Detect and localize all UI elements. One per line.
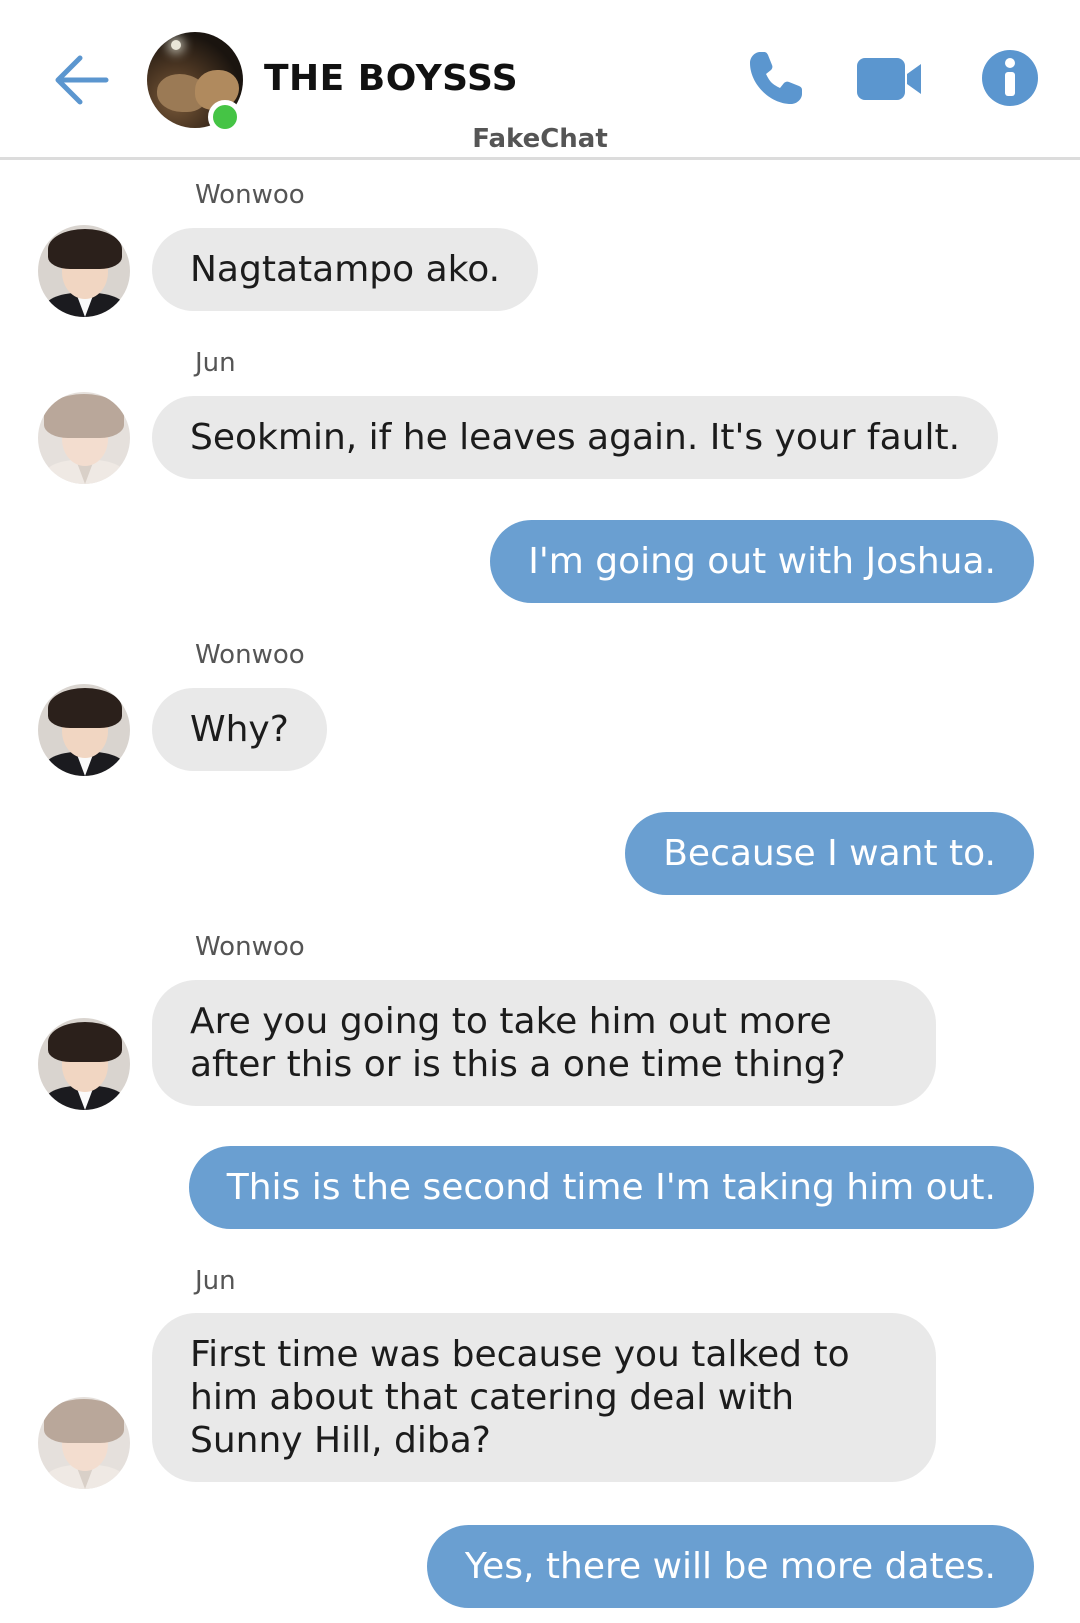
- avatar-jun[interactable]: [38, 1397, 130, 1489]
- sender-name: Wonwoo: [195, 932, 305, 962]
- sender-name: Jun: [195, 1266, 236, 1296]
- message-bubble-outgoing[interactable]: Yes, there will be more dates.: [426, 1525, 1034, 1608]
- avatar-jun[interactable]: [38, 392, 130, 484]
- message-bubble-outgoing[interactable]: This is the second time I'm taking him o…: [188, 1146, 1034, 1229]
- back-arrow-icon: [55, 55, 109, 105]
- chat-title[interactable]: THE BOYSSS: [264, 58, 518, 99]
- message-bubble-incoming[interactable]: Nagtatampo ako.: [152, 228, 539, 311]
- message-bubble-incoming[interactable]: First time was because you talked to him…: [152, 1313, 936, 1482]
- avatar-wonwoo[interactable]: [38, 225, 130, 317]
- back-button[interactable]: [52, 52, 112, 108]
- chat-header: THE BOYSSS FakeChat: [0, 0, 1080, 160]
- message-bubble-outgoing[interactable]: I'm going out with Joshua.: [490, 520, 1034, 603]
- video-camera-icon: [857, 58, 921, 100]
- info-button[interactable]: [980, 48, 1050, 114]
- video-call-button[interactable]: [855, 48, 925, 114]
- message-bubble-incoming[interactable]: Are you going to take him out more after…: [152, 980, 936, 1106]
- sender-name: Wonwoo: [195, 180, 305, 210]
- sender-name: Jun: [195, 348, 236, 378]
- app-watermark: FakeChat: [0, 124, 1080, 154]
- watermark-text: FakeChat: [472, 124, 608, 154]
- avatar-wonwoo[interactable]: [38, 684, 130, 776]
- message-bubble-incoming[interactable]: Why?: [152, 688, 327, 771]
- message-bubble-outgoing[interactable]: Because I want to.: [625, 812, 1034, 895]
- info-icon: [982, 50, 1038, 106]
- message-bubble-incoming[interactable]: Seokmin, if he leaves again. It's your f…: [152, 396, 999, 479]
- sender-name: Wonwoo: [195, 640, 305, 670]
- phone-icon: [750, 52, 802, 104]
- avatar-wonwoo[interactable]: [38, 1018, 130, 1110]
- voice-call-button[interactable]: [746, 48, 816, 114]
